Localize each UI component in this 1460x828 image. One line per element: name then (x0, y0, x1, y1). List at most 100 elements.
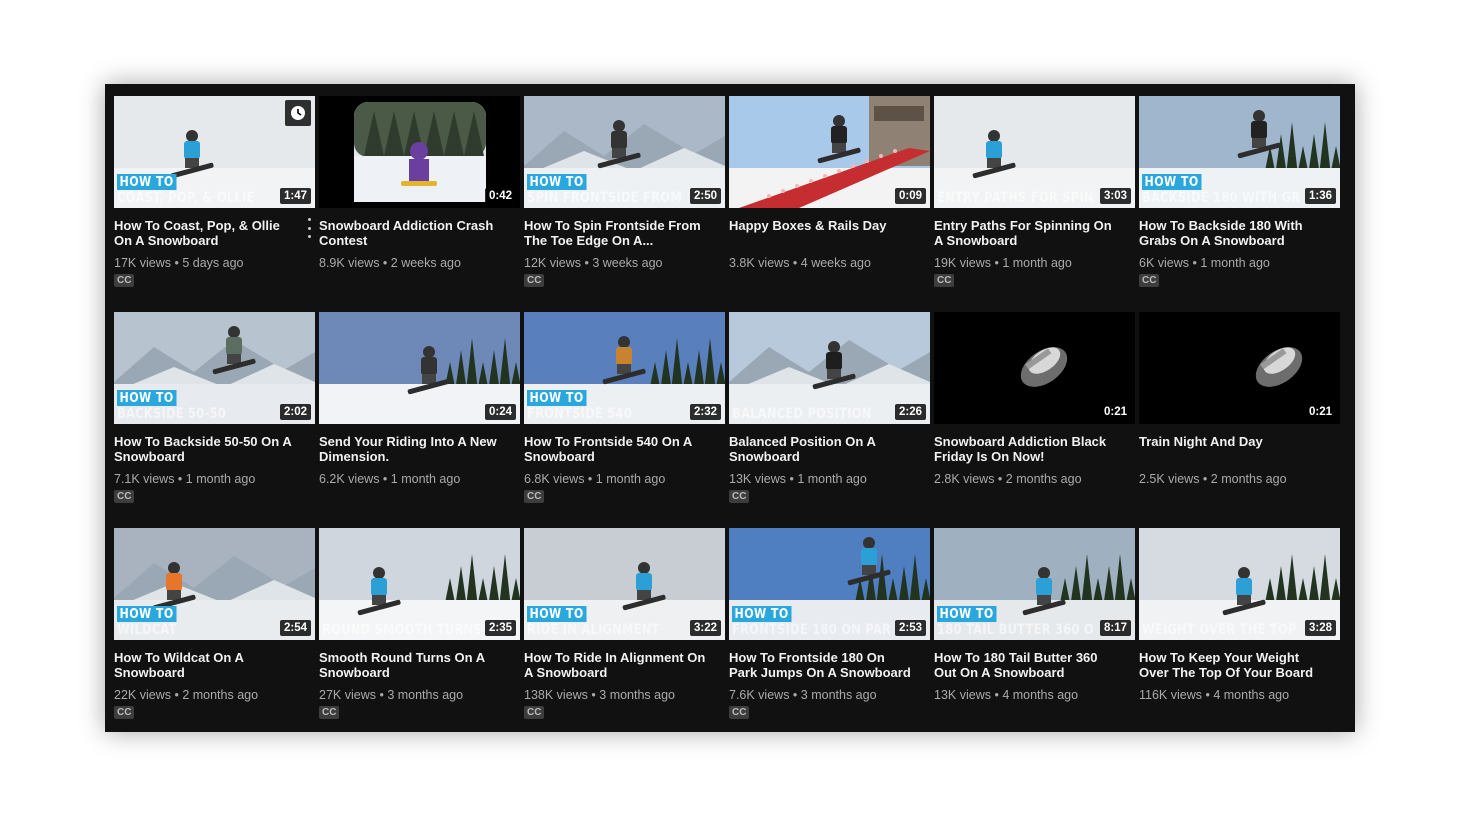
closed-captions-badge: CC (934, 274, 955, 287)
closed-captions-badge: CC (1139, 274, 1160, 287)
duration-badge: 2:26 (894, 404, 926, 420)
video-title[interactable]: How To Backside 50-50 On A Snowboard (114, 434, 315, 464)
video-card[interactable]: ENTRY PATHS FOR SPINNING3:03 Entry Paths … (934, 96, 1135, 312)
video-thumbnail[interactable]: HOW TO BACKSIDE 50-50 2:02 (114, 312, 315, 424)
upload-age: 1 month ago (390, 472, 461, 486)
separator-dot: • (785, 472, 798, 486)
video-card[interactable]: 0:09 Happy Boxes & Rails Day 3.8K views • … (729, 96, 930, 312)
separator-dot: • (375, 688, 388, 702)
video-card[interactable]: HOW TO BACKSIDE 50-50 2:02 How To Backside … (114, 312, 315, 528)
view-count: 116K views (1139, 688, 1202, 702)
video-title[interactable]: How To Coast, Pop, & Ollie On A Snowboar… (114, 218, 315, 248)
upload-age: 3 months ago (387, 688, 464, 702)
video-card[interactable]: HOW TOBACKSIDE 180 WITH GRABS1:36 How To … (1139, 96, 1340, 312)
closed-captions-badge: CC (524, 274, 545, 287)
video-title[interactable]: Snowboard Addiction Crash Contest (319, 218, 520, 248)
duration-badge: 0:42 (484, 188, 516, 204)
upload-age: 2 weeks ago (390, 256, 461, 270)
view-count: 13K views (729, 472, 786, 486)
closed-captions-badge: CC (319, 706, 340, 719)
video-metadata: 8.9K views • 2 weeks ago (319, 256, 520, 270)
video-thumbnail[interactable]: WEIGHT OVER THE TOP OF YOUR BOARD3:28 (1139, 528, 1340, 640)
video-title[interactable]: Entry Paths For Spinning On A Snowboard (934, 218, 1135, 248)
clock-icon[interactable] (285, 100, 311, 126)
view-count: 6K views (1139, 256, 1190, 270)
video-title[interactable]: How To Keep Your Weight Over The Top Of … (1139, 650, 1340, 680)
video-card[interactable]: HOW TOSPIN FRONTSIDE FROM THE TOE2:50 How… (524, 96, 725, 312)
video-card[interactable]: 0:24 Send Your Riding Into A New Dimensio… (319, 312, 520, 528)
video-card[interactable]: HOW TO 180 TAIL BUTTER 360 OUT 8:17 How To … (934, 528, 1135, 744)
separator-dot: • (1202, 688, 1214, 702)
video-thumbnail[interactable]: HOW TOSPIN FRONTSIDE FROM THE TOE2:50 (524, 96, 725, 208)
video-thumbnail[interactable]: HOW TO COAST, POP, & OLLIE 1:47 (114, 96, 315, 208)
view-count: 19K views (934, 256, 991, 270)
video-metadata: 27K views • 3 months ago (319, 688, 520, 702)
view-count: 138K views (524, 688, 588, 702)
video-card[interactable]: HOW TO WILDCAT 2:54 How To Wildcat On A Sno… (114, 528, 315, 744)
upload-age: 3 months ago (599, 688, 676, 702)
video-thumbnail[interactable]: HOW TOFRONTSIDE 180 ON PARK JUMPS2:53 (729, 528, 930, 640)
video-thumbnail[interactable]: ENTRY PATHS FOR SPINNING3:03 (934, 96, 1135, 208)
video-thumbnail[interactable]: ROUND SMOOTH TURNS 2:35 (319, 528, 520, 640)
upload-age: 3 months ago (800, 688, 877, 702)
separator-dot: • (789, 256, 801, 270)
separator-dot: • (990, 256, 1003, 270)
video-card[interactable]: 0:21 Snowboard Addiction Black Friday Is … (934, 312, 1135, 528)
video-title[interactable]: How To Backside 180 With Grabs On A Snow… (1139, 218, 1340, 248)
video-title[interactable]: How To Spin Frontside From The Toe Edge … (524, 218, 725, 248)
video-thumbnail[interactable]: HOW TO FRONTSIDE 540 2:32 (524, 312, 725, 424)
duration-badge: 0:09 (894, 188, 926, 204)
video-metadata: 3.8K views • 4 weeks ago (729, 256, 930, 270)
video-title[interactable]: Snowboard Addiction Black Friday Is On N… (934, 434, 1135, 464)
video-thumbnail[interactable]: BALANCED POSITION 2:26 (729, 312, 930, 424)
separator-dot: • (174, 472, 186, 486)
video-card[interactable]: 0:42 Snowboard Addiction Crash Contest 8.9… (319, 96, 520, 312)
video-title[interactable]: How To Wildcat On A Snowboard (114, 650, 315, 680)
video-grid-panel: HOW TO COAST, POP, & OLLIE 1:47 How To Coas… (105, 84, 1355, 732)
video-title[interactable]: How To Frontside 180 On Park Jumps On A … (729, 650, 930, 680)
view-count: 7.1K views (114, 472, 175, 486)
video-metadata: 2.5K views • 2 months ago (1139, 472, 1340, 486)
video-thumbnail[interactable]: HOW TO 180 TAIL BUTTER 360 OUT 8:17 (934, 528, 1135, 640)
video-thumbnail[interactable]: HOW TO WILDCAT 2:54 (114, 528, 315, 640)
video-thumbnail[interactable]: HOW TOBACKSIDE 180 WITH GRABS1:36 (1139, 96, 1340, 208)
video-thumbnail[interactable]: HOW TO RIDE IN ALIGNMENT 3:22 (524, 528, 725, 640)
video-thumbnail[interactable]: 0:09 (729, 96, 930, 208)
video-card[interactable]: HOW TO FRONTSIDE 540 2:32 How To Frontside … (524, 312, 725, 528)
video-card[interactable]: ROUND SMOOTH TURNS 2:35 Smooth Round Turns… (319, 528, 520, 744)
video-title[interactable]: Happy Boxes & Rails Day (729, 218, 930, 248)
video-metadata: 17K views • 5 days ago (114, 256, 315, 270)
upload-age: 1 month ago (185, 472, 256, 486)
video-metadata: 2.8K views • 2 months ago (934, 472, 1135, 486)
more-vert-icon[interactable] (303, 218, 315, 238)
duration-badge: 2:53 (894, 620, 926, 636)
video-thumbnail[interactable]: 0:21 (1139, 312, 1340, 424)
separator-dot: • (994, 472, 1006, 486)
video-card[interactable]: 0:21 Train Night And Day 2.5K views • 2 mo… (1139, 312, 1340, 528)
closed-captions-badge: CC (729, 706, 750, 719)
view-count: 7.6K views (729, 688, 790, 702)
video-card[interactable]: HOW TO COAST, POP, & OLLIE 1:47 How To Coas… (114, 96, 315, 312)
video-thumbnail[interactable]: 0:21 (934, 312, 1135, 424)
video-card[interactable]: BALANCED POSITION 2:26 Balanced Position O… (729, 312, 930, 528)
video-title[interactable]: Smooth Round Turns On A Snowboard (319, 650, 520, 680)
video-thumbnail[interactable]: 0:24 (319, 312, 520, 424)
video-card[interactable]: HOW TOFRONTSIDE 180 ON PARK JUMPS2:53 How… (729, 528, 930, 744)
upload-age: 1 month ago (595, 472, 666, 486)
video-title[interactable]: How To 180 Tail Butter 360 Out On A Snow… (934, 650, 1135, 680)
video-title[interactable]: Train Night And Day (1139, 434, 1340, 464)
separator-dot: • (584, 472, 596, 486)
duration-badge: 2:54 (279, 620, 311, 636)
video-card[interactable]: WEIGHT OVER THE TOP OF YOUR BOARD3:28 How… (1139, 528, 1340, 744)
video-title[interactable]: Balanced Position On A Snowboard (729, 434, 930, 464)
video-card[interactable]: HOW TO RIDE IN ALIGNMENT 3:22 How To Ride I… (524, 528, 725, 744)
video-title[interactable]: Send Your Riding Into A New Dimension. (319, 434, 520, 464)
duration-badge: 0:21 (1099, 404, 1131, 420)
separator-dot: • (170, 256, 183, 270)
closed-captions-badge: CC (729, 490, 750, 503)
duration-badge: 0:21 (1304, 404, 1336, 420)
video-title[interactable]: How To Frontside 540 On A Snowboard (524, 434, 725, 464)
separator-dot: • (1199, 472, 1211, 486)
video-thumbnail[interactable]: 0:42 (319, 96, 520, 208)
video-title[interactable]: How To Ride In Alignment On A Snowboard (524, 650, 725, 680)
